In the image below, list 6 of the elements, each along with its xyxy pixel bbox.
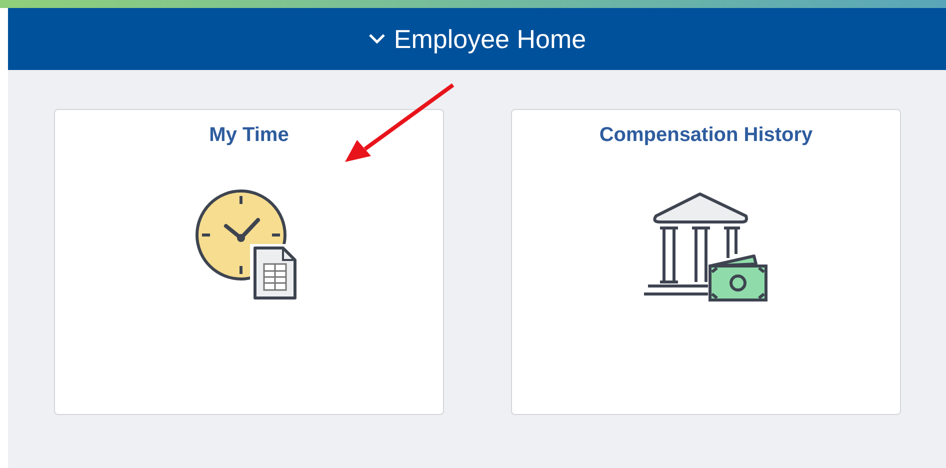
tile-card[interactable]: My Time bbox=[54, 109, 444, 415]
page-title-dropdown[interactable]: Employee Home bbox=[368, 20, 586, 58]
tile-title: My Time bbox=[209, 123, 289, 148]
chevron-down-icon bbox=[368, 33, 386, 45]
tile-title: Compensation History bbox=[599, 123, 813, 148]
tile-card[interactable]: Compensation History bbox=[511, 109, 901, 415]
